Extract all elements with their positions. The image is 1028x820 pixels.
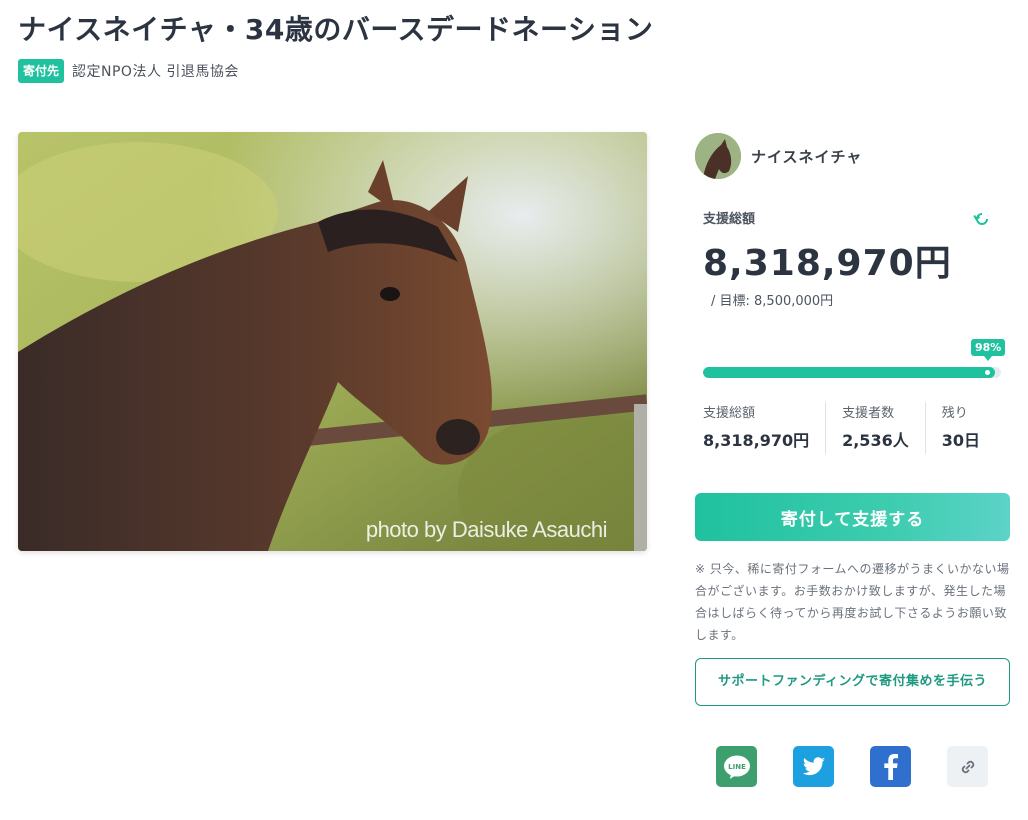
owner-name: ナイスネイチャ <box>751 147 863 166</box>
stat-value: 8,318,970円 <box>703 431 810 450</box>
progress-bar <box>703 367 1001 378</box>
donate-button[interactable]: 寄付して支援する <box>695 493 1010 541</box>
total-label: 支援総額 <box>703 212 756 227</box>
facebook-share-button[interactable] <box>870 746 911 787</box>
owner-avatar <box>695 133 741 179</box>
link-icon <box>961 760 974 773</box>
support-funding-button[interactable]: サポートファンディングで寄付集めを手伝う <box>695 658 1010 706</box>
beneficiary-row: 寄付先 認定NPO法人 引退馬協会 <box>18 59 239 83</box>
stat-value: 30日 <box>941 431 980 450</box>
target-amount: / 目標: 8,500,000円 <box>711 294 834 309</box>
organization-name[interactable]: 認定NPO法人 引退馬協会 <box>72 61 239 81</box>
line-logo-text: LINE <box>728 763 746 771</box>
total-amount: 8,318,970円 <box>703 243 952 284</box>
stat-label: 残り <box>941 406 968 421</box>
refresh-icon[interactable] <box>973 210 991 228</box>
stat-label: 支援者数 <box>842 406 895 421</box>
twitter-share-button[interactable] <box>793 746 834 787</box>
stat-label: 支援総額 <box>703 406 756 421</box>
stat-total: 支援総額 8,318,970円 <box>703 402 825 454</box>
progress-knob <box>985 370 990 375</box>
beneficiary-badge: 寄付先 <box>18 59 65 83</box>
twitter-icon <box>802 756 825 775</box>
progress-fill <box>703 367 996 378</box>
page-title: ナイスネイチャ・34歳のバースデードネーション <box>18 13 654 46</box>
line-share-button[interactable]: LINE <box>716 746 757 787</box>
share-buttons: LINE <box>716 746 988 787</box>
stat-remaining: 残り 30日 <box>924 402 996 454</box>
stat-supporters: 支援者数 2,536人 <box>825 402 925 454</box>
notice-text: ※ 只今、稀に寄付フォームへの遷移がうまくいかない場合がございます。お手数おかけ… <box>695 562 1010 642</box>
facebook-icon <box>883 753 898 780</box>
owner-profile[interactable]: ナイスネイチャ <box>695 130 1010 182</box>
horse-photo-image <box>18 132 647 551</box>
progress-percent-badge: 98% <box>971 339 1006 361</box>
photo-credit: photo by Daisuke Asauchi <box>365 517 608 542</box>
copy-link-button[interactable] <box>947 746 988 787</box>
line-icon: LINE <box>723 755 750 779</box>
stats-row: 支援総額 8,318,970円 支援者数 2,536人 残り 30日 <box>703 402 1003 454</box>
stat-value: 2,536人 <box>842 431 909 450</box>
sidebar: ナイスネイチャ 支援総額 8,318,970円 / 目標: 8,500,000円… <box>695 130 1010 787</box>
main-photo: photo by Daisuke Asauchi <box>18 132 647 551</box>
